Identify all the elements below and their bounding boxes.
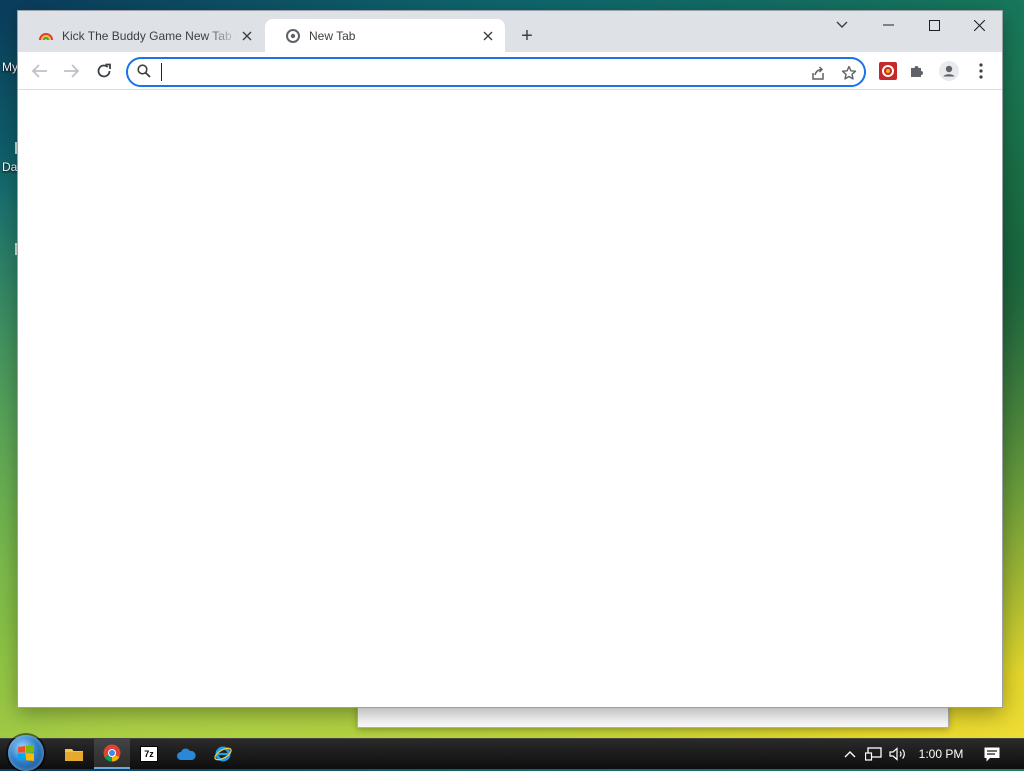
extensions-menu-button[interactable] [904,58,930,84]
file-explorer-icon [65,749,83,761]
taskbar-internet-explorer[interactable] [205,739,241,769]
arrow-right-icon [64,64,79,78]
reload-icon [97,63,111,78]
chrome-favicon-icon [285,28,301,44]
7zip-icon: 7z [140,746,158,762]
minimize-button[interactable] [865,11,911,39]
start-button[interactable] [8,735,44,771]
taskbar-onedrive[interactable] [168,739,204,769]
show-hidden-icons-button[interactable] [841,739,859,769]
new-tab-button[interactable]: + [516,25,538,47]
volume-button[interactable] [887,739,909,769]
network-button[interactable] [863,739,885,769]
bookmark-button[interactable] [838,62,860,84]
browser-toolbar [18,52,1002,90]
action-center-button[interactable] [979,739,1005,769]
maximize-button[interactable] [911,11,957,39]
browser-window: Kick The Buddy Game New Tab - New Tab + [18,11,1002,707]
tab-title: New Tab [309,28,356,43]
tab-strip: Kick The Buddy Game New Tab - New Tab + [18,11,1002,52]
tab-kick-the-buddy[interactable]: Kick The Buddy Game New Tab - [18,19,264,52]
share-button[interactable] [807,62,829,84]
more-vert-icon [979,63,983,79]
desktop-icon-fragment [15,142,17,154]
tab-new-tab[interactable]: New Tab [265,19,505,52]
text-cursor [161,63,162,81]
tab-search-button[interactable] [819,11,865,39]
address-input[interactable] [160,62,800,82]
7zip-label: 7z [144,748,154,759]
profile-button[interactable] [936,58,962,84]
desktop-icon-label[interactable]: My [2,60,18,74]
extension-button[interactable] [875,58,901,84]
arrow-left-icon [32,64,47,78]
network-icon [865,747,882,761]
menu-button[interactable] [968,58,994,84]
star-icon [841,65,857,80]
close-icon[interactable] [479,27,497,45]
close-icon[interactable] [238,27,256,45]
onedrive-icon [177,748,196,760]
search-icon [137,64,151,83]
desktop-icon-label[interactable]: Da [2,160,17,174]
forward-button[interactable] [58,58,84,84]
page-content [18,90,1002,707]
back-button[interactable] [27,58,53,84]
share-icon [812,66,824,80]
taskbar: 7z 1:00 PM [0,735,1024,771]
chevron-up-icon [844,751,856,758]
close-window-button[interactable] [956,11,1002,39]
close-icon [973,19,985,31]
chrome-icon [103,744,121,762]
puzzle-icon [911,66,923,77]
address-bar[interactable] [126,57,866,87]
taskbar-clock[interactable]: 1:00 PM [913,739,969,769]
taskbar-file-explorer[interactable] [56,739,92,769]
minimize-icon [882,24,894,26]
taskbar-7zip[interactable]: 7z [131,739,167,769]
taskbar-chrome[interactable] [94,739,130,769]
chevron-down-icon [836,21,848,28]
plus-icon: + [521,25,533,47]
maximize-icon [928,19,940,31]
rainbow-favicon-icon [38,28,54,44]
windows-logo-icon [18,745,34,761]
notification-icon [984,747,1000,761]
tab-title: Kick The Buddy Game New Tab - [62,28,238,43]
desktop-icon-fragment [15,243,17,255]
speaker-icon [889,747,905,761]
internet-explorer-icon [214,746,232,762]
reload-button[interactable] [91,58,117,84]
target-extension-icon [879,62,897,80]
avatar-icon [939,61,959,81]
